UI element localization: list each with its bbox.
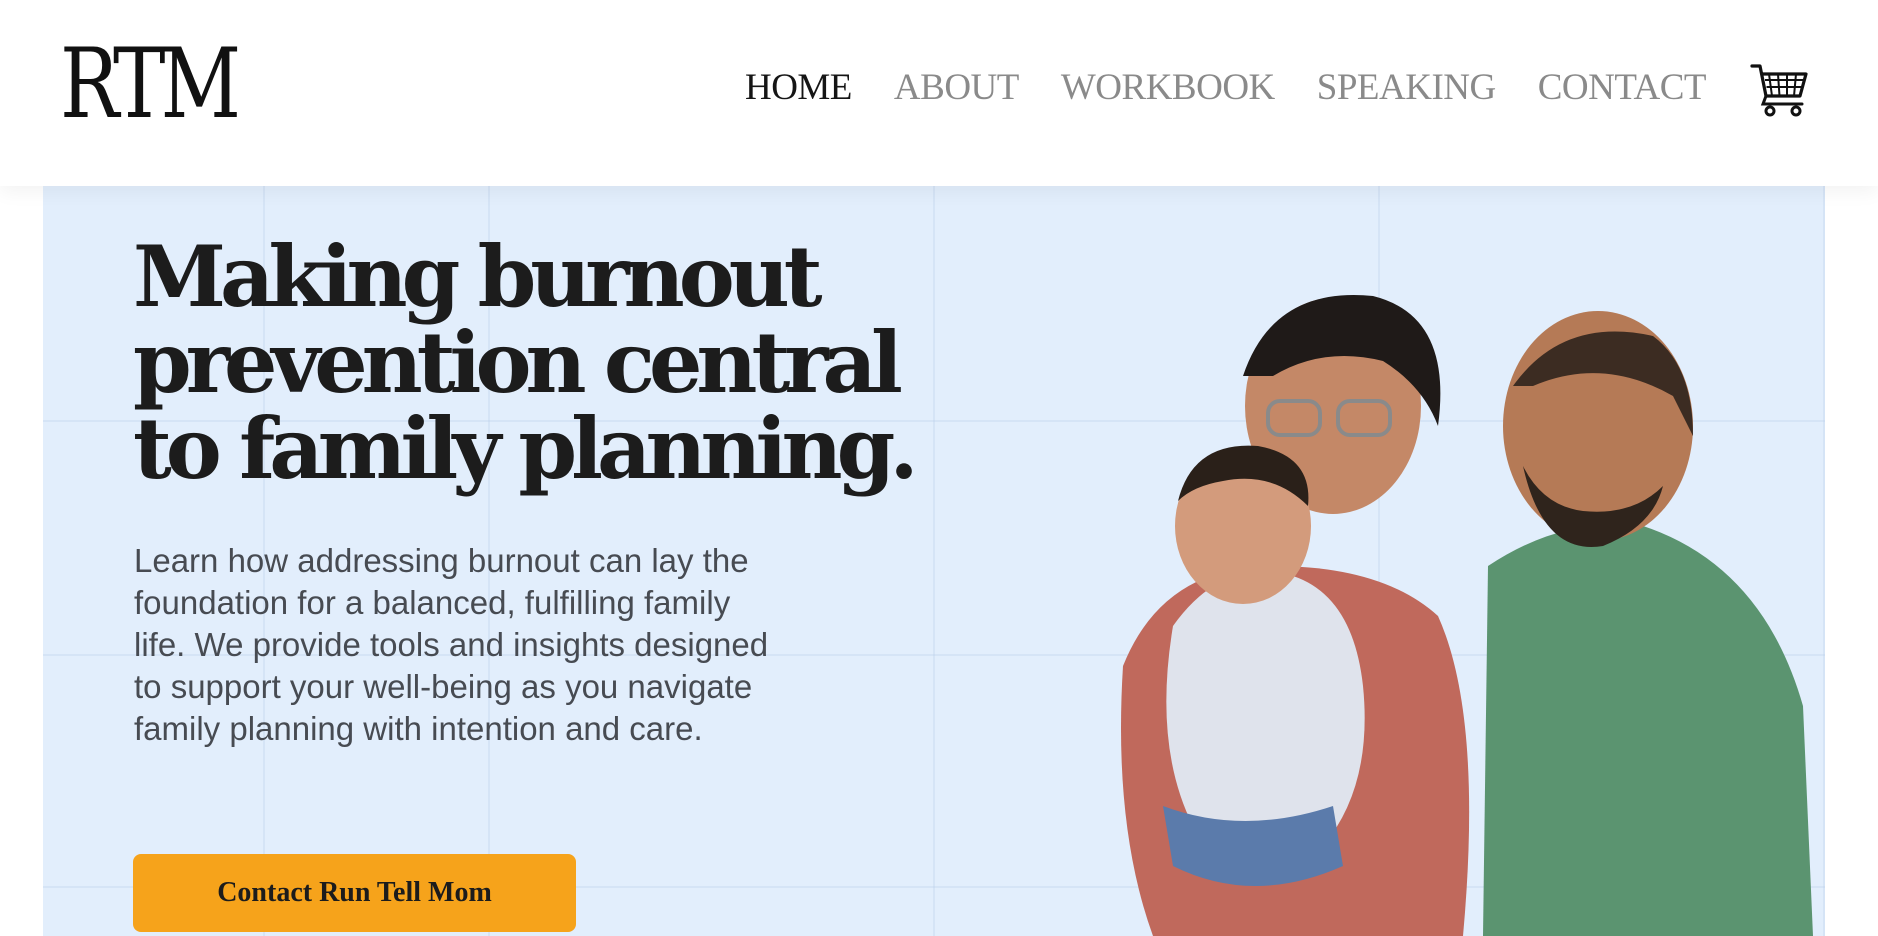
contact-button[interactable]: Contact Run Tell Mom — [133, 854, 576, 932]
nav-about[interactable]: ABOUT — [894, 66, 1019, 110]
nav-home[interactable]: HOME — [745, 66, 852, 110]
hero-headline: Making burnout prevention central to fam… — [133, 227, 919, 498]
child-shirt — [1166, 571, 1365, 858]
man-shirt — [1483, 524, 1813, 936]
nav-workbook[interactable]: WORKBOOK — [1061, 66, 1275, 110]
shopping-cart-icon[interactable] — [1750, 60, 1810, 118]
family-photo — [1121, 295, 1813, 936]
nav-speaking[interactable]: SPEAKING — [1317, 66, 1496, 110]
nav-contact[interactable]: CONTACT — [1538, 66, 1707, 110]
site-logo[interactable]: RTM — [60, 36, 241, 132]
hero-description: Learn how addressing burnout can lay the… — [134, 542, 769, 747]
site-header: RTM HOME ABOUT WORKBOOK SPEAKING CONTACT — [0, 0, 1878, 186]
hero-section: Making burnout prevention central to fam… — [43, 186, 1825, 936]
main-nav: HOME ABOUT WORKBOOK SPEAKING CONTACT — [745, 66, 1707, 110]
